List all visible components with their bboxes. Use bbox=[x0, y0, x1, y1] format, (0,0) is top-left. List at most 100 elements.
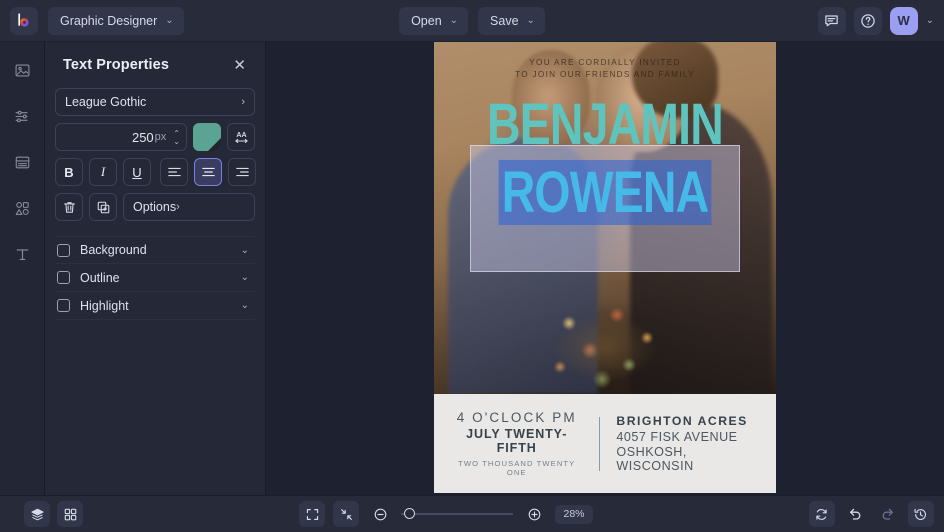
zoom-level-badge[interactable]: 28% bbox=[555, 504, 593, 524]
redo-button[interactable] bbox=[875, 501, 901, 527]
duplicate-button[interactable] bbox=[89, 193, 117, 221]
underline-button[interactable]: U bbox=[123, 158, 151, 186]
layers-icon bbox=[30, 507, 45, 522]
footer-venue-block[interactable]: BRIGHTON ACRES 4057 FISK AVENUE OSHKOSH,… bbox=[600, 414, 776, 473]
top-bar: Graphic Designer ⌄ Open ⌄ Save ⌄ W ⌄ bbox=[0, 0, 944, 42]
workspace-switcher[interactable]: Graphic Designer ⌄ bbox=[48, 6, 184, 35]
highlight-toggle-row[interactable]: Highlight ⌄ bbox=[55, 292, 255, 320]
invite-line-1[interactable]: YOU ARE CORDIALLY INVITED bbox=[434, 58, 776, 67]
open-button[interactable]: Open ⌄ bbox=[399, 6, 469, 35]
event-time: 4 O'CLOCK PM bbox=[456, 410, 577, 425]
style-align-row: B I U bbox=[55, 158, 256, 186]
venue-street: 4057 FISK AVENUE bbox=[616, 430, 738, 444]
undo-button[interactable] bbox=[842, 501, 868, 527]
sidebar-item-elements[interactable] bbox=[8, 194, 36, 222]
bottom-bar-right bbox=[808, 501, 934, 527]
sidebar-item-text[interactable] bbox=[8, 240, 36, 268]
underline-label: U bbox=[132, 164, 142, 180]
chevron-down-icon: ⌄ bbox=[526, 15, 535, 26]
brand-logo-button[interactable] bbox=[10, 6, 38, 35]
grid-icon bbox=[63, 507, 78, 522]
comments-button[interactable] bbox=[817, 6, 846, 35]
outline-checkbox[interactable] bbox=[57, 271, 70, 284]
size-color-row: 250 px ⌃ ⌄ AA bbox=[55, 123, 255, 151]
chevron-down-icon: ⌄ bbox=[165, 15, 174, 26]
sliders-icon bbox=[14, 108, 31, 125]
options-button[interactable]: Options › bbox=[123, 193, 255, 221]
undo-icon bbox=[847, 506, 863, 522]
account-chevron-down-icon[interactable]: ⌄ bbox=[926, 15, 934, 26]
layers-button[interactable] bbox=[24, 501, 50, 527]
chevron-right-icon: › bbox=[176, 201, 180, 213]
sidebar-item-templates[interactable] bbox=[8, 148, 36, 176]
highlight-checkbox[interactable] bbox=[57, 299, 70, 312]
text-color-swatch[interactable] bbox=[193, 123, 221, 151]
bride-name-text[interactable]: ROWENA bbox=[468, 160, 742, 225]
avatar-initial: W bbox=[897, 13, 910, 28]
font-size-unit: px bbox=[154, 131, 167, 143]
background-checkbox[interactable] bbox=[57, 243, 70, 257]
align-center-button[interactable] bbox=[194, 158, 222, 186]
sidebar-item-photos[interactable] bbox=[8, 56, 36, 84]
tool-rail bbox=[0, 42, 45, 495]
fit-screen-icon bbox=[305, 507, 320, 522]
shapes-icon bbox=[14, 200, 31, 217]
delete-button[interactable] bbox=[55, 193, 83, 221]
zoom-in-icon bbox=[526, 506, 543, 523]
invite-line-2[interactable]: TO JOIN OUR FRIENDS AND FAMILY bbox=[434, 70, 776, 79]
font-size-value: 250 bbox=[131, 129, 154, 145]
collapse-button[interactable] bbox=[333, 501, 360, 527]
actions-row: Options › bbox=[55, 193, 255, 221]
chevron-down-icon[interactable]: ⌄ bbox=[241, 245, 249, 256]
user-avatar[interactable]: W bbox=[889, 6, 918, 35]
reset-button[interactable] bbox=[808, 501, 835, 527]
stepper-down-icon: ⌄ bbox=[173, 136, 180, 146]
zoom-slider[interactable] bbox=[401, 508, 514, 519]
font-family-select[interactable]: League Gothic › bbox=[55, 88, 255, 116]
comment-icon bbox=[824, 13, 839, 28]
letter-spacing-icon: AA bbox=[233, 129, 250, 145]
font-family-value: League Gothic bbox=[65, 95, 147, 109]
zoom-out-button[interactable] bbox=[367, 501, 393, 527]
svg-text:AA: AA bbox=[236, 131, 246, 139]
close-icon[interactable]: ✕ bbox=[233, 58, 246, 73]
bold-button[interactable]: B bbox=[55, 158, 83, 186]
redo-icon bbox=[880, 506, 896, 522]
align-left-icon bbox=[167, 165, 182, 179]
save-button[interactable]: Save ⌄ bbox=[478, 6, 545, 35]
letter-spacing-button[interactable]: AA bbox=[227, 123, 255, 151]
image-icon bbox=[14, 62, 31, 79]
align-center-icon bbox=[201, 165, 216, 179]
outline-toggle-row[interactable]: Outline ⌄ bbox=[55, 264, 255, 292]
italic-label: I bbox=[100, 164, 106, 179]
font-size-input[interactable]: 250 px ⌃ ⌄ bbox=[55, 123, 187, 151]
bold-label: B bbox=[64, 164, 74, 180]
sidebar-item-adjust[interactable] bbox=[8, 102, 36, 130]
chevron-down-icon[interactable]: ⌄ bbox=[241, 300, 249, 311]
help-button[interactable] bbox=[853, 6, 882, 35]
collapse-icon bbox=[339, 507, 354, 522]
background-toggle-row[interactable]: Background ⌄ bbox=[55, 236, 255, 264]
align-right-icon bbox=[235, 165, 250, 179]
align-right-button[interactable] bbox=[228, 158, 256, 186]
reset-icon bbox=[814, 507, 829, 522]
font-size-stepper[interactable]: ⌃ ⌄ bbox=[173, 129, 180, 146]
artboard[interactable]: YOU ARE CORDIALLY INVITED TO JOIN OUR FR… bbox=[434, 42, 776, 493]
grid-button[interactable] bbox=[57, 501, 83, 527]
highlight-label: Highlight bbox=[80, 298, 129, 313]
italic-button[interactable]: I bbox=[89, 158, 117, 186]
chevron-down-icon[interactable]: ⌄ bbox=[241, 272, 249, 283]
zoom-slider-handle[interactable] bbox=[404, 508, 416, 519]
canvas-area[interactable]: YOU ARE CORDIALLY INVITED TO JOIN OUR FR… bbox=[266, 42, 944, 495]
duplicate-icon bbox=[96, 200, 111, 215]
groom-name-text[interactable]: BENJAMIN bbox=[468, 96, 742, 154]
align-left-button[interactable] bbox=[160, 158, 188, 186]
footer-time-block[interactable]: 4 O'CLOCK PM JULY TWENTY-FIFTH TWO THOUS… bbox=[434, 410, 599, 477]
options-label: Options bbox=[133, 200, 177, 214]
event-year: TWO THOUSAND TWENTY ONE bbox=[458, 459, 576, 477]
history-button[interactable] bbox=[907, 501, 934, 527]
history-icon bbox=[913, 507, 928, 522]
fit-screen-button[interactable] bbox=[299, 501, 326, 527]
zoom-in-button[interactable] bbox=[521, 501, 547, 527]
chevron-right-icon: › bbox=[241, 96, 245, 108]
